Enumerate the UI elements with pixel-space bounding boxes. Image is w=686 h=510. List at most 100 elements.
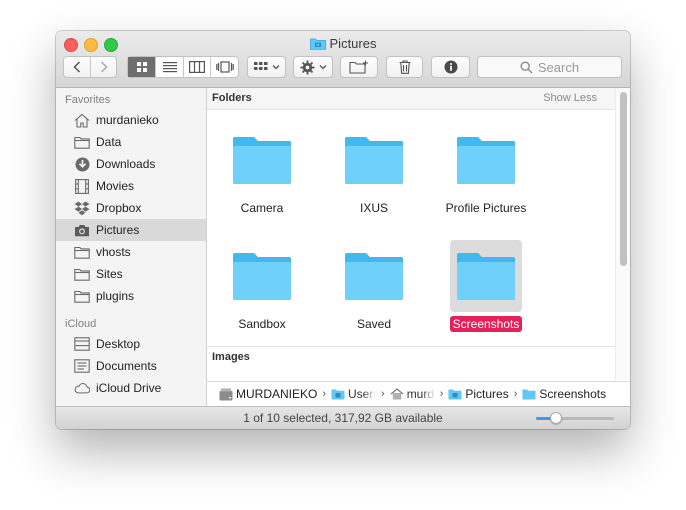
- path-item-pictures[interactable]: Pictures: [448, 387, 509, 401]
- status-bar: 1 of 10 selected, 317,92 GB available: [56, 406, 630, 429]
- cover-flow-view-button[interactable]: [210, 57, 238, 77]
- folder-item[interactable]: Sandbox: [207, 234, 317, 334]
- slider-knob[interactable]: [549, 412, 562, 424]
- documents-icon: [74, 358, 90, 374]
- folder-item-selected[interactable]: Screenshots: [431, 234, 541, 334]
- dropbox-icon: [74, 200, 90, 216]
- sidebar-item-label: Dropbox: [96, 201, 142, 215]
- sidebar-item-icloud-drive[interactable]: iCloud Drive: [56, 377, 206, 399]
- folder-icon: [338, 240, 410, 312]
- sidebar-item-sites[interactable]: Sites: [56, 263, 206, 285]
- sidebar-item-label: Documents: [96, 359, 157, 373]
- path-item-drive[interactable]: MURDANIEKO: [219, 387, 317, 401]
- folder-icon: [331, 389, 345, 400]
- icon-view-button[interactable]: [128, 57, 156, 77]
- folder-icon: [74, 244, 90, 260]
- finder-window: Pictures Search Favorites murdanieko Dat…: [56, 31, 630, 429]
- column-view-button[interactable]: [182, 57, 211, 77]
- info-icon: [444, 60, 457, 74]
- folder-icon: [226, 240, 298, 312]
- sidebar-item-pictures[interactable]: Pictures: [56, 219, 206, 241]
- action-button[interactable]: [293, 56, 333, 78]
- path-separator: ›: [439, 388, 444, 400]
- sidebar-item-dropbox[interactable]: Dropbox: [56, 197, 206, 219]
- folders-section-header: Folders Show Less: [207, 88, 615, 110]
- folder-item[interactable]: IXUS: [319, 118, 429, 218]
- path-separator: ›: [322, 388, 327, 400]
- path-separator: ›: [381, 388, 385, 400]
- images-section-title: Images: [212, 351, 250, 363]
- search-placeholder: Search: [537, 59, 580, 75]
- window-title-text: Pictures: [329, 36, 377, 51]
- folder-icon: [448, 389, 462, 400]
- list-view-icon: [162, 62, 177, 73]
- trash-button[interactable]: [386, 56, 423, 78]
- folder-item[interactable]: Camera: [207, 118, 317, 218]
- path-label: MURDANIEKO: [236, 387, 318, 401]
- home-icon: [74, 112, 90, 128]
- icon-size-slider[interactable]: [536, 412, 614, 424]
- search-input[interactable]: Search: [477, 56, 622, 78]
- back-button[interactable]: [64, 57, 90, 77]
- folder-name: IXUS: [359, 201, 388, 215]
- info-button[interactable]: [431, 56, 470, 78]
- sidebar-item-movies[interactable]: Movies: [56, 175, 206, 197]
- folder-icon: [74, 134, 90, 150]
- pictures-folder-icon: [309, 38, 326, 50]
- chevron-down-icon: [272, 65, 279, 70]
- sidebar-item-data[interactable]: Data: [56, 131, 206, 153]
- search-icon: [520, 60, 533, 73]
- path-label: murdanieko: [406, 387, 435, 401]
- sidebar-item-desktop[interactable]: Desktop: [56, 333, 206, 355]
- list-view-button[interactable]: [155, 57, 183, 77]
- sidebar-item-downloads[interactable]: Downloads: [56, 153, 206, 175]
- new-folder-icon: [349, 60, 368, 74]
- folder-icon: [74, 288, 90, 304]
- folder-name: Sandbox: [238, 317, 286, 331]
- arrange-button[interactable]: [247, 56, 286, 78]
- new-folder-button[interactable]: [340, 56, 378, 78]
- sidebar-item-label: plugins: [96, 289, 135, 303]
- camera-icon: [74, 222, 90, 238]
- icloud-heading: iCloud: [65, 318, 97, 330]
- chevron-left-icon: [73, 61, 81, 73]
- sidebar-item-vhosts[interactable]: vhosts: [56, 241, 206, 263]
- cloud-icon: [74, 380, 90, 396]
- folder-item[interactable]: Profile Pictures: [431, 118, 541, 218]
- forward-button[interactable]: [90, 57, 116, 77]
- folder-name: Camera: [240, 201, 284, 215]
- scrollbar-thumb[interactable]: [620, 92, 627, 266]
- show-less-button[interactable]: Show Less: [543, 92, 597, 104]
- path-label: Pictures: [465, 387, 509, 401]
- trash-icon: [399, 60, 410, 74]
- folder-name: Saved: [356, 317, 392, 331]
- folder-icon: [226, 124, 298, 196]
- sidebar-item-plugins[interactable]: plugins: [56, 285, 206, 307]
- chevron-down-icon: [319, 65, 326, 70]
- sidebar-item-murdanieko[interactable]: murdanieko: [56, 109, 206, 131]
- sidebar-item-documents[interactable]: Documents: [56, 355, 206, 377]
- column-view-icon: [189, 61, 206, 73]
- icon-view-icon: [136, 62, 147, 72]
- vertical-scrollbar[interactable]: [615, 88, 630, 380]
- desktop-icon: [74, 336, 90, 352]
- path-label: Screenshots: [539, 387, 607, 401]
- path-item-home[interactable]: murdanieko: [390, 387, 435, 401]
- sidebar-item-label: Data: [96, 135, 122, 149]
- folder-icon: [522, 389, 536, 400]
- favorites-heading: Favorites: [65, 94, 111, 106]
- cover-flow-view-icon: [215, 61, 234, 73]
- sidebar: Favorites murdanieko Data Downloads Movi…: [56, 88, 207, 406]
- path-label: Users: [348, 387, 376, 401]
- folders-section-title: Folders: [212, 92, 252, 104]
- folder-name: Profile Pictures: [445, 201, 527, 215]
- folder-item[interactable]: Saved: [319, 234, 429, 334]
- sidebar-item-label: Pictures: [96, 223, 140, 237]
- film-icon: [74, 178, 90, 194]
- path-item-screenshots[interactable]: Screenshots: [522, 387, 606, 401]
- sidebar-item-label: Desktop: [96, 337, 141, 351]
- path-separator: ›: [513, 388, 518, 400]
- back-forward-control: [63, 56, 117, 78]
- path-item-users[interactable]: Users: [331, 387, 376, 401]
- drive-icon: [219, 388, 233, 400]
